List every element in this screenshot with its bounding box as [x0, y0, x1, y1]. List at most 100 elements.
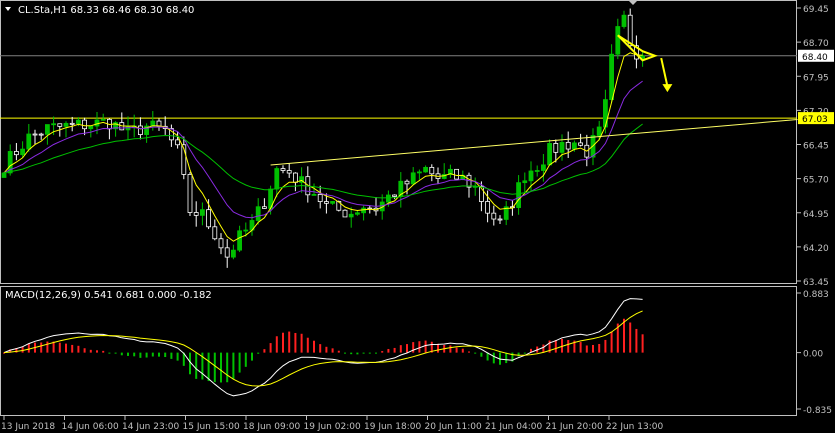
candle-body [572, 142, 577, 150]
histogram-bar [418, 341, 421, 353]
candle-body [286, 170, 292, 174]
candle-body [137, 125, 143, 135]
macd-histogram [3, 318, 644, 383]
candle-body [559, 141, 565, 153]
histogram-bar [164, 352, 167, 358]
histogram-bar [331, 348, 334, 353]
macd-header: MACD(12,26,9) 0.541 0.681 0.000 -0.182 [5, 290, 212, 301]
time-tick-label: 14 Jun 23:00 [122, 422, 179, 432]
histogram-bar [623, 318, 625, 353]
candle-body [26, 133, 32, 150]
histogram-bar [387, 348, 390, 353]
macd-panel: MACD(12,26,9) 0.541 0.681 0.000 -0.182 [0, 286, 797, 416]
histogram-bar [492, 352, 495, 364]
histogram-bar [238, 352, 241, 373]
histogram-bar [480, 352, 483, 357]
time-tick-label: 21 Jun 20:00 [546, 422, 603, 432]
histogram-bar [505, 352, 508, 364]
main-panel: CL.Sta,H1 68.33 68.46 68.30 68.40 [0, 0, 798, 284]
moving-averages [3, 52, 643, 242]
candle-body [1, 172, 7, 178]
candle-body [348, 213, 354, 218]
current-price-label: 68.40 [802, 53, 828, 63]
candle-body [224, 247, 230, 258]
chart-canvas[interactable]: CL.Sta,H1 68.33 68.46 68.30 68.40 69.45 6… [0, 0, 835, 433]
histogram-bar [517, 352, 520, 357]
trendline [270, 118, 798, 166]
candle-body [230, 249, 236, 258]
histogram-bar [356, 352, 359, 355]
level-line-group [0, 55, 797, 119]
time-tick-label: 18 Jun 09:00 [243, 422, 300, 432]
macd-tick-label: -0.835 [803, 406, 832, 416]
candle-body [94, 119, 100, 127]
macd-tick-label: 0.883 [803, 290, 829, 300]
candle-body [32, 133, 38, 136]
candle-body [175, 139, 181, 146]
histogram-bar [21, 346, 24, 353]
histogram-bar [71, 344, 74, 353]
time-tick-label: 19 Jun 02:00 [304, 422, 361, 432]
price-axis: 69.4568.7067.9567.2066.4565.7064.9564.20… [797, 5, 829, 288]
histogram-bar [300, 333, 303, 353]
candle-body [243, 229, 249, 232]
candle-body [206, 209, 212, 228]
candle-body [261, 206, 267, 209]
candle-body [485, 201, 491, 214]
macd-tick-label: 0.00 [803, 350, 823, 360]
histogram-bar [598, 343, 601, 353]
macd-axis: 0.883 0.00 -0.835 [797, 290, 832, 416]
candle-body [38, 133, 44, 136]
candle-body [323, 201, 329, 204]
candle-body [82, 119, 87, 130]
histogram-bar [629, 322, 632, 353]
candle-body [565, 141, 571, 150]
candle-body [392, 194, 398, 197]
price-tick-label: 64.20 [803, 244, 829, 254]
histogram-bar [567, 340, 570, 353]
candle-body [627, 14, 633, 47]
arrow-down-icon [662, 84, 673, 93]
price-tick-label: 63.45 [803, 278, 829, 288]
time-tick-label: 20 Jun 11:00 [425, 422, 482, 432]
histogram-bar [337, 350, 340, 353]
candle-body [88, 125, 94, 130]
histogram-bar [381, 351, 384, 353]
histogram-bar [468, 351, 470, 353]
candle-body [45, 124, 50, 135]
candle-body [69, 122, 75, 125]
histogram-bar [170, 352, 173, 359]
histogram-bar [151, 352, 154, 357]
histogram-bar [120, 352, 123, 356]
histogram-bar [635, 328, 638, 353]
candles [1, 8, 645, 268]
candle-body [342, 209, 348, 218]
candle-body [237, 230, 243, 251]
candle-body [212, 226, 218, 240]
histogram-bar [313, 340, 315, 353]
histogram-bar [306, 337, 309, 353]
histogram-bar [344, 352, 346, 354]
candle-body [361, 207, 367, 214]
histogram-bar [523, 352, 526, 354]
candle-body [429, 166, 435, 175]
histogram-bar [263, 349, 266, 353]
annotations [270, 34, 798, 166]
histogram-bar [424, 340, 427, 353]
time-tick-label: 15 Jun 15:00 [183, 422, 240, 432]
candle-body [497, 218, 503, 221]
candle-body [621, 14, 627, 27]
dropdown-triangle-icon[interactable] [5, 7, 11, 11]
histogram-bar [232, 352, 235, 380]
histogram-bar [325, 346, 328, 353]
ma-medium-line [3, 80, 643, 219]
histogram-bar [127, 352, 129, 356]
histogram-bar [455, 347, 458, 353]
histogram-bar [474, 352, 477, 354]
histogram-bar [585, 345, 588, 353]
histogram-bar [58, 342, 61, 353]
candle-body [311, 194, 317, 196]
histogram-bar [610, 331, 613, 353]
candle-body [547, 143, 552, 166]
level-price-label: 67.03 [802, 115, 828, 125]
